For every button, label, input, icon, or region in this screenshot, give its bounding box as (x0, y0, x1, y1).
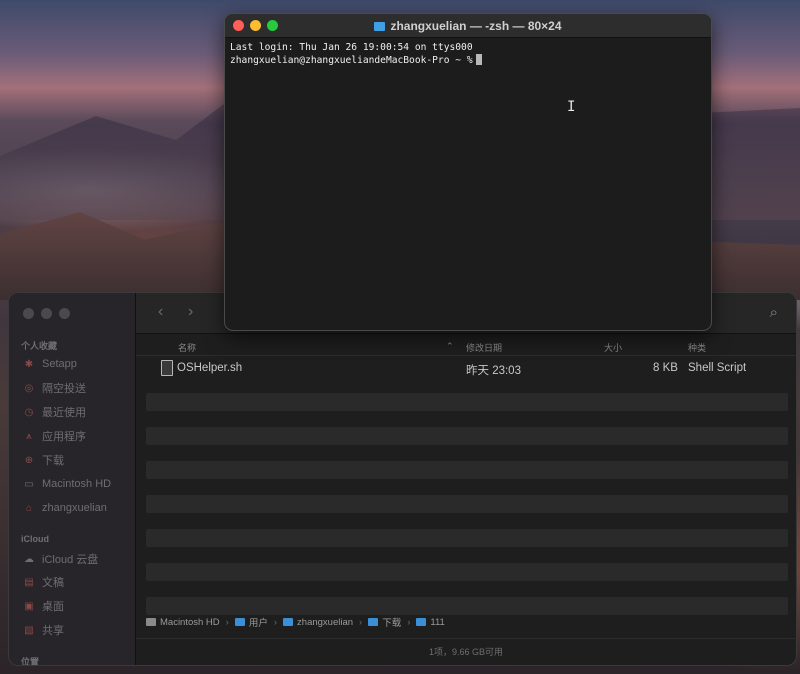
finder-sidebar: 个人收藏 ✱ Setapp ◎ 隔空投送 ◷ 最近使用 ⩚ 应用程序 ⊕ 下载 ▭ Maci… (9, 293, 136, 665)
finder-window[interactable]: 个人收藏 ✱ Setapp ◎ 隔空投送 ◷ 最近使用 ⩚ 应用程序 ⊕ 下载 ▭ Maci… (8, 292, 797, 666)
sidebar-section-favorites: 个人收藏 (21, 341, 58, 351)
close-button[interactable] (23, 308, 34, 319)
shared-folder-icon: ▧ (24, 624, 34, 636)
folder-icon (368, 618, 379, 626)
sidebar-item-setapp[interactable]: ✱ Setapp (23, 355, 77, 373)
sort-chevron-icon: ⌃ (446, 341, 454, 351)
terminal-prompt-line: zhangxuelian@zhangxueliandeMacBook-Pro ~… (230, 54, 706, 67)
path-separator: › (407, 616, 411, 628)
file-modified: 昨天 23:03 (466, 365, 521, 377)
file-size: 8 KB (653, 362, 678, 374)
sidebar-item-documents[interactable]: ▤ 文稿 (23, 573, 64, 591)
path-bar: Macintosh HD › 用户 › zhangxuelian › 下载 › … (146, 613, 796, 631)
path-separator: › (225, 616, 229, 628)
file-kind: Shell Script (688, 362, 747, 374)
column-size[interactable]: 大小 (604, 341, 622, 354)
search-icon[interactable]: ⌕ (770, 304, 778, 321)
table-row[interactable]: OSHelper.sh 昨天 23:03 8 KB Shell Script (146, 359, 788, 377)
empty-row (146, 393, 788, 411)
folder-icon (283, 618, 294, 626)
text-cursor (475, 54, 482, 65)
empty-row (146, 529, 788, 547)
empty-row (146, 427, 788, 445)
file-icon (161, 360, 173, 376)
column-header: 名称 ⌃ 修改日期 大小 种类 (136, 337, 796, 356)
sidebar-item-desktop[interactable]: ▣ 桌面 (23, 597, 64, 615)
path-item-downloads[interactable]: 下载 (368, 615, 401, 629)
cloud-icon: ☁ (24, 553, 34, 565)
ibeam-cursor-icon: I (567, 99, 576, 115)
empty-row (146, 563, 788, 581)
sidebar-item-shared[interactable]: ▧ 共享 (23, 621, 64, 639)
terminal-titlebar[interactable]: zhangxuelian — -zsh — 80×24 (225, 14, 711, 38)
sidebar-item-recents[interactable]: ◷ 最近使用 (23, 403, 86, 421)
path-item-users[interactable]: 用户 (234, 615, 268, 629)
applications-icon: ⩚ (26, 430, 32, 442)
path-item-home[interactable]: zhangxuelian (283, 617, 353, 628)
sidebar-item-airdrop[interactable]: ◎ 隔空投送 (23, 379, 86, 397)
disk-icon: ▭ (24, 478, 34, 490)
path-item-disk[interactable]: Macintosh HD (146, 617, 220, 628)
folder-icon (234, 618, 245, 626)
sidebar-item-downloads[interactable]: ⊕ 下载 (23, 451, 64, 469)
folder-icon (374, 22, 386, 31)
sidebar-item-macintosh-hd[interactable]: ▭ Macintosh HD (23, 475, 111, 493)
folder-icon (416, 618, 427, 626)
window-title: zhangxuelian — -zsh — 80×24 (225, 19, 711, 33)
airdrop-icon: ◎ (24, 382, 34, 394)
file-name: OSHelper.sh (177, 362, 243, 374)
zoom-button[interactable] (59, 308, 70, 319)
terminal-window[interactable]: zhangxuelian — -zsh — 80×24 Last login: … (224, 13, 712, 331)
download-icon: ⊕ (24, 454, 34, 466)
status-bar: 1项，9.66 GB可用 (136, 638, 796, 665)
clock-icon: ◷ (24, 406, 34, 418)
path-item-111[interactable]: 111 (416, 617, 445, 628)
path-separator: › (273, 616, 278, 628)
sidebar-section-icloud: iCloud (21, 534, 49, 544)
column-name[interactable]: 名称 (178, 341, 196, 354)
sidebar-item-applications[interactable]: ⩚ 应用程序 (23, 427, 86, 445)
sidebar-section-locations: 位置 (21, 657, 40, 666)
back-chevron-icon[interactable]: ‹ (158, 303, 163, 321)
column-kind[interactable]: 种类 (688, 341, 706, 354)
column-modified[interactable]: 修改日期 (466, 341, 502, 354)
disk-icon (146, 618, 156, 626)
forward-chevron-icon[interactable]: › (188, 303, 193, 321)
home-icon: ⌂ (25, 502, 33, 514)
sidebar-item-icloud-drive[interactable]: ☁ iCloud 云盘 (23, 550, 98, 568)
path-separator: › (359, 616, 363, 628)
empty-row (146, 495, 788, 513)
sidebar-item-home[interactable]: ⌂ zhangxuelian (23, 499, 107, 517)
desktop-icon: ▣ (24, 600, 34, 612)
setapp-icon: ✱ (24, 358, 34, 370)
terminal-output[interactable]: Last login: Thu Jan 26 19:00:54 on ttys0… (225, 38, 711, 70)
file-list: OSHelper.sh 昨天 23:03 8 KB Shell Script (146, 359, 788, 631)
terminal-line: Last login: Thu Jan 26 19:00:54 on ttys0… (230, 42, 473, 53)
empty-row (146, 461, 788, 479)
document-icon: ▤ (24, 576, 34, 588)
minimize-button[interactable] (41, 308, 52, 319)
